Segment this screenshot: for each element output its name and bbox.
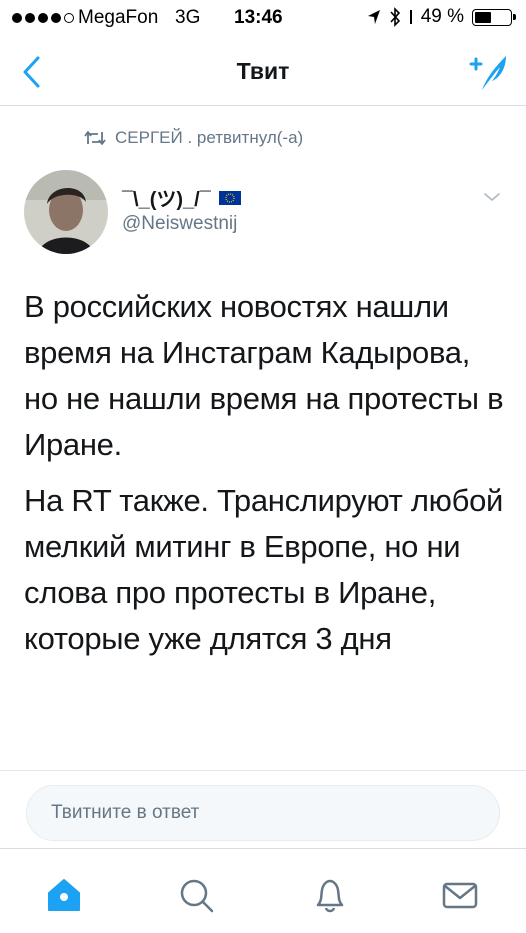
home-icon — [48, 879, 80, 911]
tab-home[interactable] — [44, 875, 84, 915]
compose-tweet-icon — [469, 56, 506, 90]
network-type: 3G — [175, 7, 201, 28]
tweet-paragraph: На RT также. Транслируют любой мелкий ми… — [24, 483, 504, 656]
navigation-bar: Твит — [0, 36, 526, 106]
reply-placeholder: Твитните в ответ — [51, 802, 200, 823]
lock-rotation-icon — [409, 10, 412, 24]
location-arrow-icon — [367, 10, 380, 24]
page-title: Твит — [236, 58, 290, 84]
reply-area: Твитните в ответ — [0, 770, 526, 846]
status-right: 49 % — [367, 6, 516, 28]
battery-percentage: 49 % — [420, 6, 464, 27]
avatar[interactable] — [24, 170, 108, 254]
tweet-detail-screen: MegaFon 3G 13:46 49 % Твит СЕРГЕЙ . ретв… — [0, 0, 526, 933]
chevron-down-icon — [484, 193, 500, 202]
reply-input[interactable]: Твитните в ответ — [26, 785, 500, 841]
author-handle[interactable]: @Neiswestnij — [122, 213, 237, 235]
bluetooth-icon — [390, 7, 400, 27]
tweet-options-button[interactable] — [482, 190, 502, 204]
eu-flag-icon — [218, 190, 241, 205]
notifications-icon — [316, 879, 344, 913]
author-name[interactable]: ¯\_(ツ)_/¯ — [122, 183, 241, 212]
retweet-context-text: СЕРГЕЙ . ретвитнул(-а) — [115, 128, 304, 147]
messages-icon — [442, 882, 478, 909]
status-bar: MegaFon 3G 13:46 49 % — [0, 0, 526, 36]
tweet-paragraph: В российских новостях нашли время на Инс… — [24, 289, 504, 462]
author-display-name: ¯\_(ツ)_/¯ — [122, 189, 211, 211]
tab-bar — [0, 848, 526, 933]
signal-strength-icon — [12, 13, 74, 23]
carrier-name: MegaFon — [78, 7, 159, 28]
search-icon — [180, 879, 214, 913]
tab-notifications[interactable] — [310, 875, 350, 915]
tab-messages[interactable] — [440, 875, 480, 915]
retweet-icon — [84, 131, 106, 145]
battery-icon — [472, 8, 516, 26]
compose-tweet-button[interactable] — [462, 50, 510, 94]
retweet-context[interactable]: СЕРГЕЙ . ретвитнул(-а) — [84, 128, 303, 148]
avatar-photo — [24, 170, 108, 254]
tab-search[interactable] — [176, 875, 216, 915]
tweet-text: В российских новостях нашли время на Инс… — [24, 284, 508, 672]
status-time: 13:46 — [234, 7, 283, 28]
